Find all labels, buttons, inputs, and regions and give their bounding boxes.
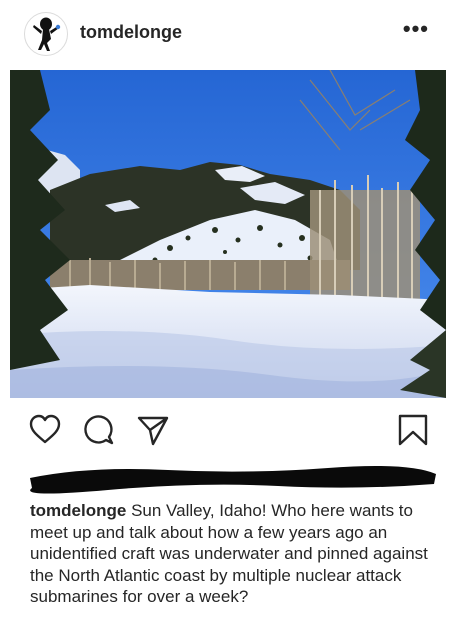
paper-plane-icon (137, 416, 169, 446)
instagram-post: tomdelonge ••• tomdelonge Sun Valley, Id… (0, 0, 463, 640)
comment-button[interactable] (82, 413, 116, 447)
post-caption: tomdelonge Sun Valley, Idaho! Who here w… (30, 500, 438, 608)
header-username[interactable]: tomdelonge (80, 22, 182, 43)
snowy-mountain-landscape (10, 70, 446, 398)
avatar[interactable] (24, 12, 68, 56)
comment-bubble-icon (84, 415, 114, 445)
share-button[interactable] (136, 413, 170, 447)
redacted-likes-line (28, 460, 438, 494)
post-header: tomdelonge ••• (0, 0, 463, 66)
save-button[interactable] (396, 413, 430, 447)
caption-username[interactable]: tomdelonge (30, 501, 126, 520)
bookmark-icon (398, 414, 428, 446)
avatar-illustration-icon (33, 17, 61, 51)
like-button[interactable] (28, 413, 62, 447)
more-options-icon[interactable]: ••• (403, 16, 429, 42)
post-photo[interactable] (10, 70, 446, 398)
post-actions (0, 405, 463, 455)
heart-icon (29, 414, 61, 444)
